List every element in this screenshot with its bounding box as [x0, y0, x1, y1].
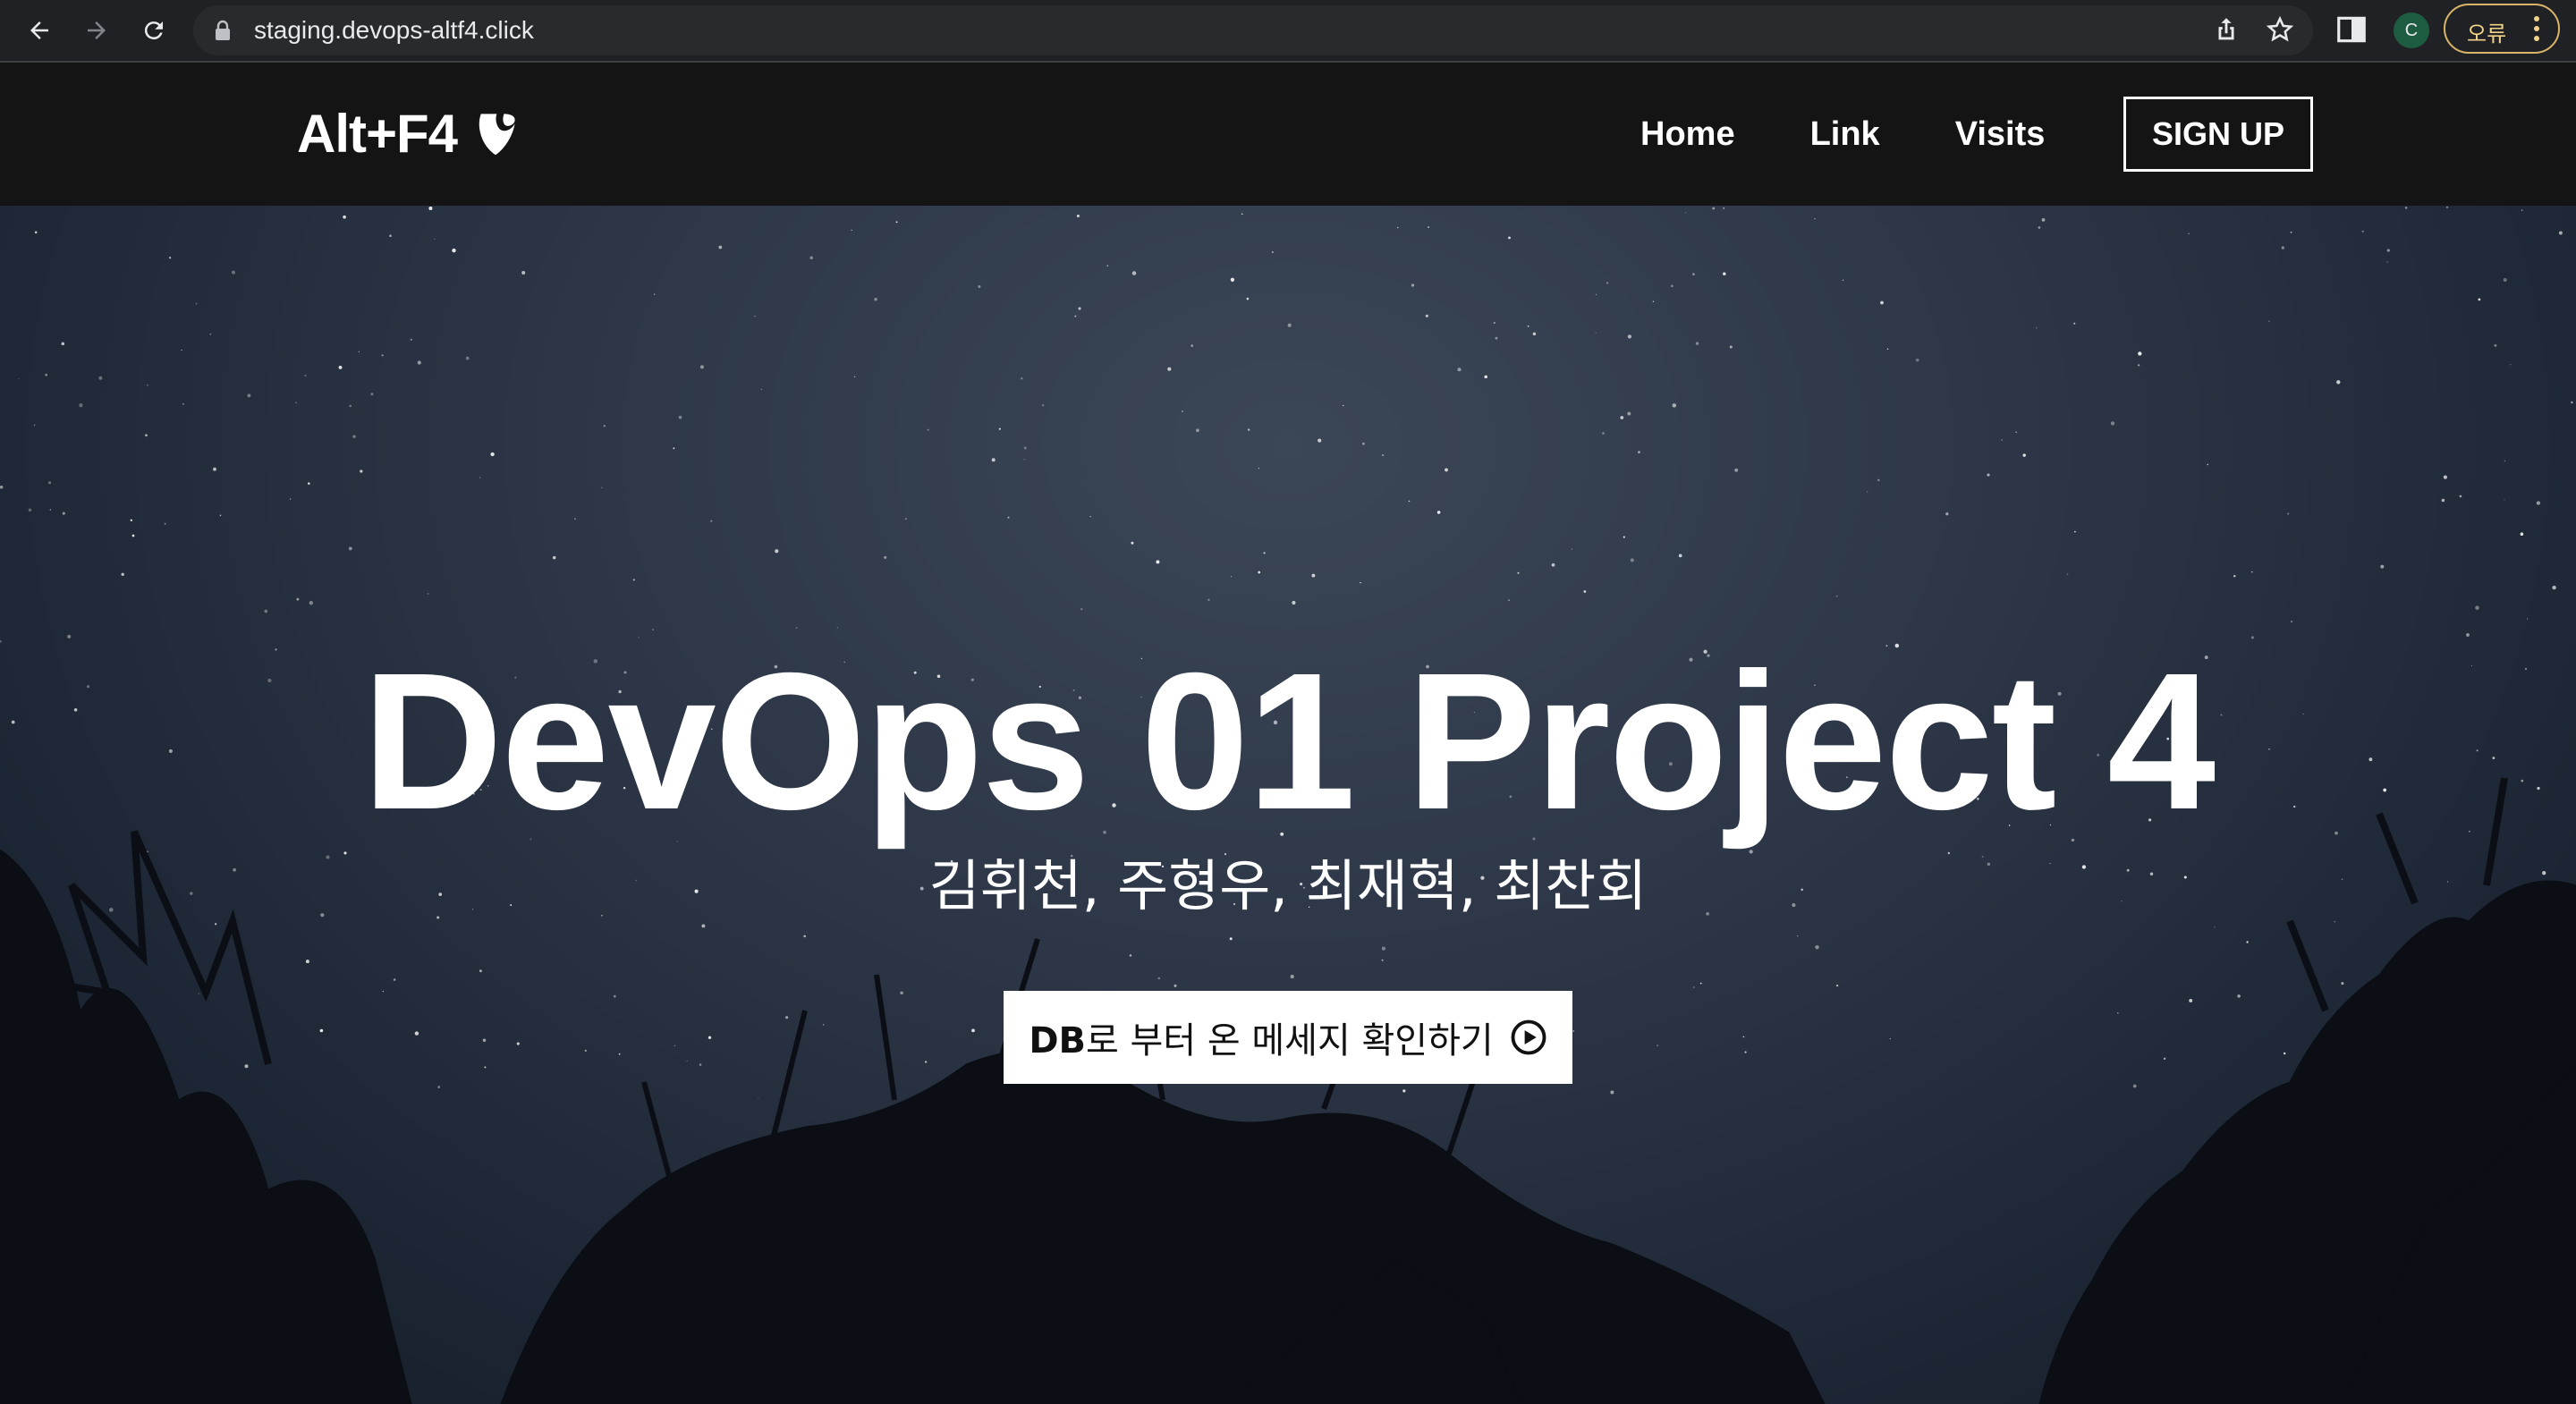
forward-button[interactable]: [75, 9, 118, 52]
error-label: 오류: [2467, 21, 2507, 47]
star-icon[interactable]: [2265, 14, 2295, 45]
reload-button[interactable]: [132, 9, 175, 52]
share-icon[interactable]: [2211, 14, 2241, 45]
hero-title: DevOps 01 Project 4: [361, 633, 2216, 850]
cta-label-bold: DB: [1029, 1020, 1087, 1061]
hero-section: DevOps 01 Project 4 김휘천, 주형우, 최재혁, 최찬회 D…: [0, 206, 2576, 1404]
main-nav: Home Link Visits: [1640, 109, 2120, 159]
db-message-button[interactable]: DB로 부터 온 메세지 확인하기: [1004, 991, 1572, 1084]
forward-arrow-icon: [88, 21, 106, 39]
more-vert-icon: [2534, 16, 2539, 41]
play-circle-icon: [1511, 1019, 1546, 1055]
reload-icon: [144, 21, 163, 40]
url-text: staging.devops-altf4.click: [254, 16, 534, 44]
signup-button[interactable]: SIGN UP: [2123, 97, 2313, 172]
brand-name: Alt+F4: [297, 103, 458, 164]
typo3-logo-icon: [479, 114, 515, 156]
site-navbar: Alt+F4 Home Link Visits SIGN UP: [0, 63, 2576, 206]
cta-label-rest: 로 부터 온 메세지 확인하기: [1086, 1020, 1494, 1061]
lock-icon: [216, 20, 230, 40]
nav-link[interactable]: Link: [1810, 109, 1880, 159]
back-arrow-icon: [30, 21, 48, 39]
browser-toolbar: staging.devops-altf4.click C 오류: [0, 0, 2576, 63]
hero-subtitle: 김휘천, 주형우, 최재혁, 최찬회: [928, 853, 1648, 918]
nav-visits[interactable]: Visits: [1955, 109, 2046, 159]
profile-avatar[interactable]: C: [2394, 13, 2429, 48]
brand-logo[interactable]: Alt+F4: [297, 102, 520, 165]
address-bar[interactable]: staging.devops-altf4.click: [193, 5, 2313, 55]
back-button[interactable]: [18, 9, 61, 52]
nav-home[interactable]: Home: [1640, 109, 1735, 159]
side-panel-icon[interactable]: [2334, 13, 2368, 47]
cta-label: DB로 부터 온 메세지 확인하기: [1029, 1011, 1493, 1063]
error-button[interactable]: 오류: [2444, 4, 2560, 54]
